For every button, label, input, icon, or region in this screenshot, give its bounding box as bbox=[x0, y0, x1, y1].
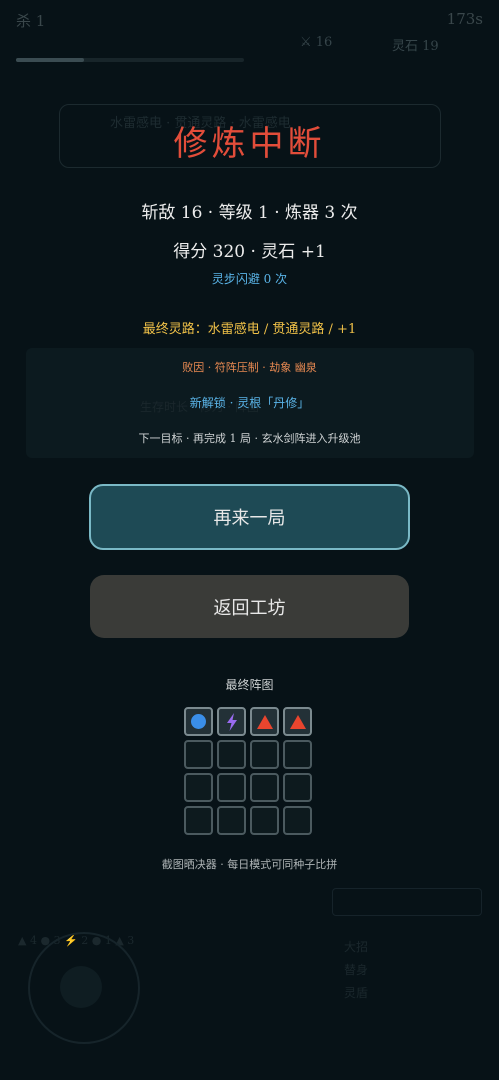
formation-cell bbox=[250, 773, 279, 802]
formation-cell bbox=[217, 773, 246, 802]
faint-action-box bbox=[332, 888, 482, 916]
lightning-icon bbox=[225, 712, 239, 731]
formation-cell bbox=[217, 707, 246, 736]
formation-cell bbox=[250, 707, 279, 736]
formation-caption: 截图晒决器 · 每日模式可同种子比拼 bbox=[161, 858, 338, 871]
formation-cell bbox=[250, 740, 279, 769]
formation-label: 最终阵图 bbox=[225, 678, 274, 692]
formation-cell bbox=[184, 740, 213, 769]
kill-counter: 杀 1 bbox=[16, 12, 46, 30]
final-path: 最终灵路：水雷感电 / 贯通灵路 / +1 bbox=[142, 322, 357, 337]
formation-cell bbox=[283, 707, 312, 736]
progress-bar bbox=[16, 58, 244, 62]
timer: 173s bbox=[446, 10, 483, 28]
formation-cell bbox=[184, 707, 213, 736]
faint-skill-row: ▲ 4 ● 3 ⚡ 2 ● 1 ▲ 3 bbox=[18, 934, 135, 947]
faint-skill-item: 替身 bbox=[344, 963, 369, 977]
progress-fill bbox=[16, 58, 85, 62]
triangle-icon bbox=[256, 714, 274, 730]
result-title: 修炼中断 bbox=[173, 124, 326, 164]
faint-skill-item: 灵盾 bbox=[344, 986, 369, 1000]
formation-cell bbox=[283, 806, 312, 835]
formation-cell bbox=[217, 740, 246, 769]
formation-cell bbox=[217, 806, 246, 835]
kills-display: ⚔ 16 bbox=[300, 35, 333, 50]
stats-line: 斩敌 16 · 等级 1 · 炼器 3 次 bbox=[141, 203, 358, 223]
unlock-notice: 新解锁 · 灵根「丹修」 bbox=[189, 396, 310, 410]
dodge-line: 灵步闪避 0 次 bbox=[211, 272, 288, 286]
play-again-button[interactable]: 再来一局 bbox=[89, 484, 410, 550]
formation-cell bbox=[184, 773, 213, 802]
formation-cell bbox=[184, 806, 213, 835]
defeat-reason: 败因 · 符阵压制 · 劫象 幽泉 bbox=[182, 361, 317, 374]
stones-display: 灵石 19 bbox=[392, 39, 439, 54]
joystick-knob bbox=[60, 966, 102, 1008]
circle-icon bbox=[190, 713, 207, 730]
next-goal: 下一目标 · 再完成 1 局 · 玄水剑阵进入升级池 bbox=[138, 432, 361, 445]
return-workshop-button[interactable]: 返回工坊 bbox=[90, 575, 409, 638]
faint-skill-item: 大招 bbox=[344, 940, 369, 954]
formation-cell bbox=[283, 773, 312, 802]
formation-cell bbox=[283, 740, 312, 769]
formation-cell bbox=[250, 806, 279, 835]
top-bar: 杀 1 173s ⚔ 16 灵石 19 bbox=[0, 0, 499, 62]
joystick-ring bbox=[28, 932, 140, 1044]
triangle-icon bbox=[289, 714, 307, 730]
score-line: 得分 320 · 灵石 +1 bbox=[173, 242, 326, 262]
faint-skill-list: 大招 替身 灵盾 bbox=[344, 936, 368, 1005]
